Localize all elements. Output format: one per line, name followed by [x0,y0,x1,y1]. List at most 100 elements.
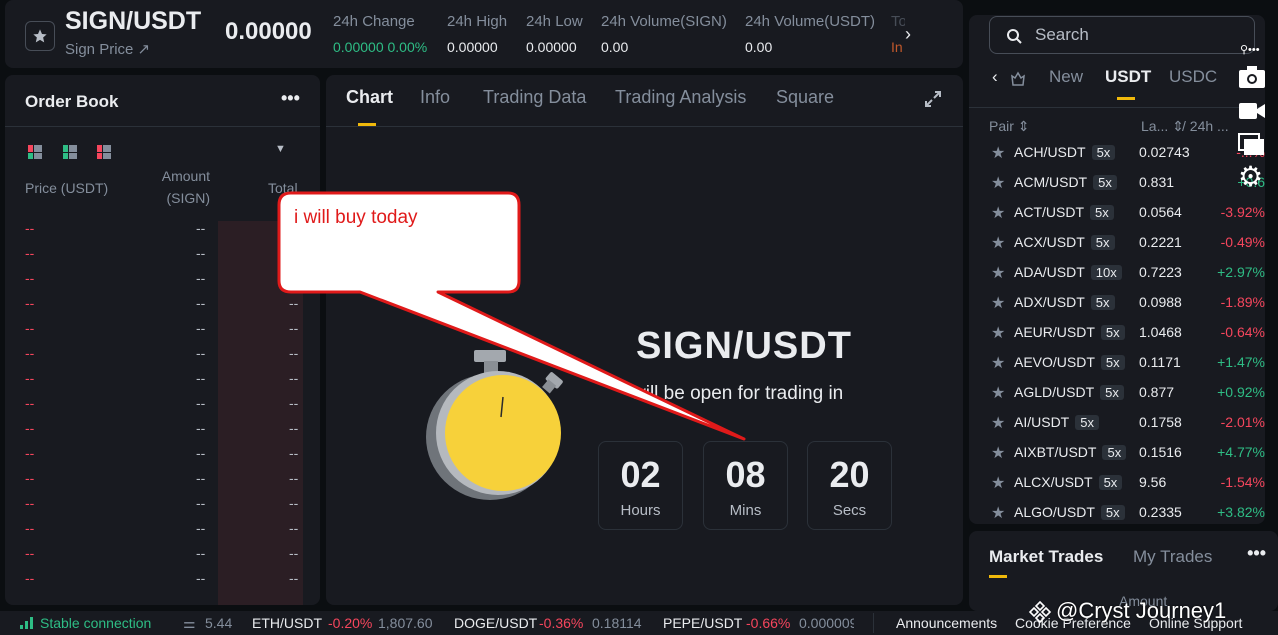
sign-price-link[interactable]: Sign Price ↗ [65,40,150,58]
market-row[interactable]: ★ AEUR/USDT 5x 1.0468 -0.64% [969,323,1265,353]
market-list-panel: Search ‹ New USDT USDC Pair ⇕ La... ⇕ / … [969,15,1265,524]
star-icon[interactable]: ★ [991,383,1005,403]
star-icon[interactable]: ★ [991,503,1005,523]
sort-last-price[interactable]: La... ⇕ [1141,118,1184,135]
ticker-settings-icon[interactable]: ⚌ [183,615,196,632]
star-icon[interactable]: ★ [991,323,1005,343]
stopwatch-icon [426,350,563,500]
market-row[interactable]: ★ ACM/USDT 5x 0.831 +0.6 [969,173,1265,203]
leverage-badge: 5x [1100,325,1125,340]
tab-trading-analysis[interactable]: Trading Analysis [615,87,746,108]
tab-usdt[interactable]: USDT [1105,67,1151,87]
orderbook-bids-icon[interactable] [63,145,77,159]
order-book-row[interactable]: -- -- -- [5,495,320,520]
leverage-badge: 5x [1100,385,1124,400]
order-book-row[interactable]: -- -- -- [5,520,320,545]
order-book-row[interactable]: -- -- [5,245,320,270]
market-row[interactable]: ★ ADX/USDT 5x 0.0988 -1.89% [969,293,1265,323]
stat-24h-volume-sign: 24h Volume(SIGN) 0.00 [601,13,727,55]
market-row[interactable]: ★ ALCX/USDT 5x 9.56 -1.54% [969,473,1265,503]
order-book-row[interactable]: -- -- -- [5,545,320,570]
ticker-pair[interactable]: PEPE/USDT [663,615,742,631]
star-icon[interactable]: ★ [991,443,1005,463]
pair-price: 0.0988 [1139,294,1182,310]
tab-chart[interactable]: Chart [346,87,393,108]
ticker-pair[interactable]: DOGE/USDT [454,615,537,631]
market-row[interactable]: ★ACH/USDT5x0.02743-...% [969,143,1265,173]
tab-usdc[interactable]: USDC [1169,67,1217,87]
row-amount: -- [196,395,206,411]
more-icon[interactable]: ••• [281,88,300,109]
orderbook-asks-icon[interactable] [97,145,111,159]
window-icon[interactable] [1238,133,1266,157]
row-price: -- [25,445,35,461]
star-icon[interactable]: ★ [991,203,1005,223]
chevron-left-icon[interactable]: ‹ [992,67,998,87]
star-icon[interactable]: ★ [991,353,1005,373]
pair-title[interactable]: SIGN/USDT [65,7,201,36]
hot-icon[interactable] [1009,70,1027,88]
row-price: -- [25,320,35,336]
order-book-row[interactable]: -- -- -- [5,370,320,395]
sort-pair[interactable]: Pair ⇕ [989,118,1030,135]
market-row[interactable]: ★ AIXBT/USDT 5x 0.1516 +4.77% [969,443,1265,473]
star-icon[interactable]: ★ [991,293,1005,313]
pin-icon[interactable]: ⚲••• [1240,43,1260,56]
ticker-pair[interactable]: ETH/USDT [252,615,322,631]
tab-my-trades[interactable]: My Trades [1133,547,1212,567]
fullscreen-icon[interactable] [924,90,942,108]
order-book-row[interactable]: -- -- [5,270,320,295]
order-book-row[interactable]: -- -- -- [5,445,320,470]
order-book-row[interactable]: -- -- [5,220,320,245]
row-price: -- [25,545,35,561]
star-icon[interactable]: ★ [991,413,1005,433]
tab-trading-data[interactable]: Trading Data [483,87,586,108]
order-book-row[interactable]: -- -- -- [5,345,320,370]
callout-text: i will buy today [294,207,418,228]
col-total-header: Total [268,180,298,196]
order-book-row[interactable]: -- -- -- [5,395,320,420]
row-total: -- [289,420,299,436]
col-price-header: Price (USDT) [25,180,109,196]
tab-square[interactable]: Square [776,87,834,108]
more-icon[interactable]: ••• [1247,543,1266,564]
order-book-row[interactable]: -- -- -- [5,570,320,595]
tab-market-trades[interactable]: Market Trades [989,547,1103,567]
ticker-value: 5.44 [205,615,233,631]
order-book-row[interactable]: -- -- -- [5,470,320,495]
market-row[interactable]: ★ ALGO/USDT 5x 0.2335 +3.82% [969,503,1265,524]
tick-size-dropdown-icon[interactable]: ▼ [275,143,286,155]
announcements-link[interactable]: Announcements [896,615,997,631]
video-camera-icon[interactable] [1238,101,1266,121]
market-row[interactable]: ★ ACX/USDT 5x 0.2221 -0.49% [969,233,1265,263]
row-total: -- [289,520,299,536]
market-row[interactable]: ★ AEVO/USDT 5x 0.1171 +1.47% [969,353,1265,383]
camera-icon[interactable] [1238,65,1266,89]
star-icon[interactable]: ★ [991,173,1005,193]
star-icon[interactable]: ★ [991,233,1005,253]
sort-24h-change[interactable]: / 24h ... [1182,118,1229,134]
pair-big-title: SIGN/USDT [636,325,852,367]
star-icon[interactable]: ★ [991,143,1005,163]
pair-symbol: ACT/USDT 5x [1014,204,1114,220]
market-row[interactable]: ★ ACT/USDT 5x 0.0564 -3.92% [969,203,1265,233]
chevron-right-icon[interactable]: › [905,24,911,45]
market-row[interactable]: ★ AI/USDT 5x 0.1758 -2.01% [969,413,1265,443]
ticker-change: -0.36% [539,615,584,631]
favorite-button[interactable] [25,21,55,51]
market-row[interactable]: ★ AGLD/USDT 5x 0.877 +0.92% [969,383,1265,413]
pair-change: +1.47% [1217,354,1265,370]
settings-gear-icon[interactable]: ⚙ [1238,163,1263,191]
order-book-row[interactable]: -- -- -- [5,320,320,345]
order-book-row[interactable]: -- -- -- [5,420,320,445]
search-input[interactable]: Search [989,16,1255,54]
star-icon[interactable]: ★ [991,473,1005,493]
orderbook-both-icon[interactable] [28,145,42,159]
star-icon[interactable]: ★ [991,263,1005,283]
market-row[interactable]: ★ ADA/USDT 10x 0.7223 +2.97% [969,263,1265,293]
pair-symbol: ADA/USDT 10x [1014,264,1122,280]
order-book-row[interactable]: -- -- -- [5,295,320,320]
tab-info[interactable]: Info [420,87,450,108]
row-total: -- [289,470,299,486]
tab-new[interactable]: New [1049,67,1083,87]
